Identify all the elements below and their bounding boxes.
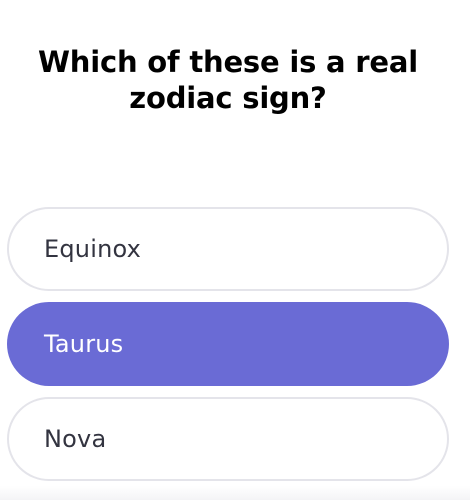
option-label: Equinox [44, 235, 142, 263]
option-label: Nova [44, 425, 107, 453]
option-equinox[interactable]: Equinox [7, 207, 449, 291]
bottom-divider [0, 486, 470, 500]
option-label: Taurus [44, 330, 124, 358]
option-taurus[interactable]: Taurus [7, 302, 449, 386]
answer-options: Equinox Taurus Nova [7, 207, 449, 492]
option-nova[interactable]: Nova [7, 397, 449, 481]
question-title: Which of these is a real zodiac sign? [38, 45, 418, 115]
